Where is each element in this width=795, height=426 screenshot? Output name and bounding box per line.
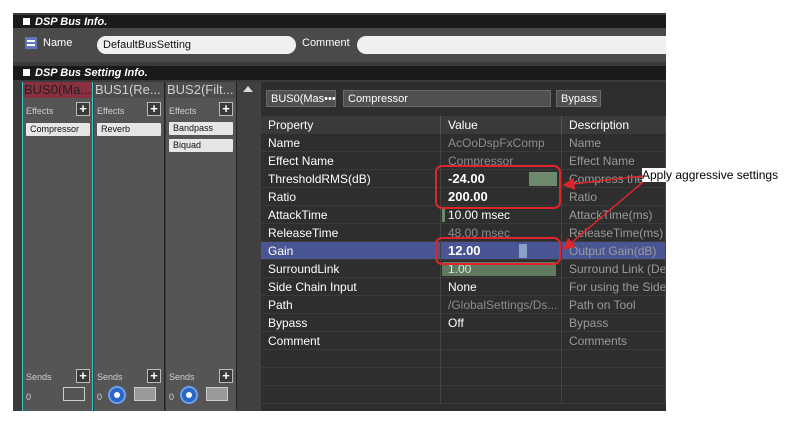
property-description: Name <box>562 134 666 152</box>
sends-value: 0 <box>169 392 175 402</box>
empty-cell <box>562 368 666 386</box>
bypass-button[interactable]: Bypass <box>556 90 601 107</box>
property-name: SurroundLink <box>261 260 441 278</box>
bus-column-0[interactable]: BUS0(Ma... Effects + Compressor Sends + … <box>22 82 93 411</box>
section-square-icon <box>23 69 30 76</box>
property-description: Output Gain(dB) <box>562 242 666 260</box>
property-name: AttackTime <box>261 206 441 224</box>
property-description: Bypass <box>562 314 666 332</box>
send-level-knob[interactable] <box>108 386 126 404</box>
comment-label: Comment <box>302 37 350 49</box>
bus-settings-icon <box>25 37 37 49</box>
property-description: Path on Tool <box>562 296 666 314</box>
bus-title[interactable]: BUS0(Ma... <box>23 82 92 98</box>
sends-label: Sends <box>97 372 123 382</box>
table-row-empty <box>261 368 666 386</box>
bus-title[interactable]: BUS1(Re... <box>94 82 164 98</box>
property-name: Path <box>261 296 441 314</box>
annotation-label: Apply aggressive settings <box>642 168 779 182</box>
column-header-property[interactable]: Property <box>261 116 441 134</box>
property-description: Surround Link (De <box>562 260 666 278</box>
effect-item[interactable]: Biquad <box>169 139 233 152</box>
bus-info-row: Name DefaultBusSetting Comment <box>13 28 666 62</box>
effect-name-field[interactable]: Compressor <box>343 90 551 107</box>
scroll-up-icon[interactable] <box>243 86 253 92</box>
property-name: ReleaseTime <box>261 224 441 242</box>
property-value[interactable]: AcOoDspFxComp <box>441 134 562 152</box>
table-row-empty <box>261 386 666 404</box>
effect-item[interactable]: Reverb <box>97 123 161 136</box>
empty-cell <box>562 350 666 368</box>
send-slot[interactable] <box>63 387 85 401</box>
empty-cell <box>261 386 441 404</box>
dsp-bus-window: DSP Bus Info. Name DefaultBusSetting Com… <box>13 13 666 411</box>
add-effect-button[interactable]: + <box>76 102 90 116</box>
table-row[interactable]: Bypass Off Bypass <box>261 314 666 332</box>
table-row-empty <box>261 350 666 368</box>
property-name: Side Chain Input <box>261 278 441 296</box>
value-slider[interactable] <box>442 208 445 222</box>
property-value[interactable]: None <box>441 278 562 296</box>
property-name: Comment <box>261 332 441 350</box>
name-label: Name <box>43 37 73 49</box>
property-value[interactable]: /GlobalSettings/Ds... <box>441 296 562 314</box>
sends-value: 0 <box>97 392 103 402</box>
property-description: Ratio <box>562 188 666 206</box>
bus-setting-header: DSP Bus Setting Info. <box>13 66 666 80</box>
empty-cell <box>441 350 562 368</box>
property-name: Bypass <box>261 314 441 332</box>
add-send-button[interactable]: + <box>76 369 90 383</box>
add-effect-button[interactable]: + <box>219 102 233 116</box>
property-description: AttackTime(ms) <box>562 206 666 224</box>
property-name: ThresholdRMS(dB) <box>261 170 441 188</box>
property-value[interactable]: 10.00 msec <box>448 208 510 222</box>
section-square-icon <box>23 18 30 25</box>
property-value[interactable] <box>441 332 562 350</box>
empty-cell <box>261 350 441 368</box>
property-name: Gain <box>261 242 441 260</box>
effect-item[interactable]: Compressor <box>26 123 90 136</box>
property-name: Ratio <box>261 188 441 206</box>
add-effect-button[interactable]: + <box>147 102 161 116</box>
bus-title[interactable]: BUS2(Filt... <box>166 82 236 98</box>
name-input[interactable]: DefaultBusSetting <box>97 36 296 54</box>
empty-cell <box>441 386 562 404</box>
effects-label: Effects <box>26 106 54 116</box>
column-header-value[interactable]: Value <box>441 116 562 134</box>
bus-column-2[interactable]: BUS2(Filt... Effects + Bandpass Biquad S… <box>166 82 237 411</box>
table-row[interactable]: Comment Comments <box>261 332 666 350</box>
effects-label: Effects <box>97 106 125 116</box>
empty-cell <box>562 386 666 404</box>
send-slot[interactable] <box>206 387 228 401</box>
bus-selector[interactable]: BUS0(Mas••• <box>266 90 336 107</box>
add-send-button[interactable]: + <box>219 369 233 383</box>
annotation-box-gain <box>435 237 561 265</box>
effect-item[interactable]: Bandpass <box>169 122 233 135</box>
table-row[interactable]: Path /GlobalSettings/Ds... Path on Tool <box>261 296 666 314</box>
bus-info-header: DSP Bus Info. <box>13 15 666 29</box>
table-row[interactable]: Name AcOoDspFxComp Name <box>261 134 666 152</box>
sends-label: Sends <box>169 372 195 382</box>
sends-label: Sends <box>26 372 52 382</box>
send-level-knob[interactable] <box>180 386 198 404</box>
property-description: For using the Side <box>562 278 666 296</box>
table-row[interactable]: Side Chain Input None For using the Side <box>261 278 666 296</box>
annotation-box-threshold-ratio <box>435 165 561 209</box>
column-header-description[interactable]: Description <box>562 116 666 134</box>
bus-column-1[interactable]: BUS1(Re... Effects + Reverb Sends + 0 <box>94 82 165 411</box>
send-slot[interactable] <box>134 387 156 401</box>
sends-value: 0 <box>26 392 32 402</box>
add-send-button[interactable]: + <box>147 369 161 383</box>
effects-label: Effects <box>169 106 197 116</box>
property-description: ReleaseTime(ms) <box>562 224 666 242</box>
property-name: Effect Name <box>261 152 441 170</box>
property-name: Name <box>261 134 441 152</box>
empty-cell <box>441 368 562 386</box>
vertical-scrollbar[interactable] <box>237 82 261 411</box>
property-description: Comments <box>562 332 666 350</box>
empty-cell <box>261 368 441 386</box>
property-value[interactable]: Off <box>441 314 562 332</box>
comment-input[interactable] <box>357 36 666 54</box>
